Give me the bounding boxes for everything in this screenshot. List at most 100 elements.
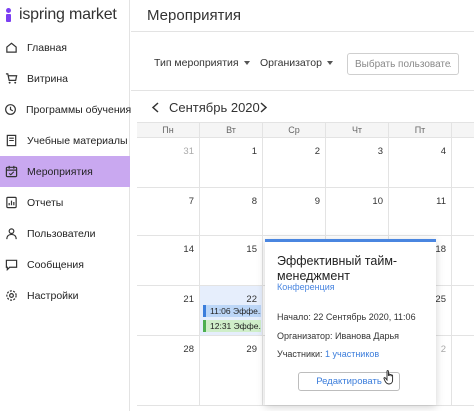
calendar-week: 31 1 2 3 4	[137, 138, 474, 188]
day-number: 29	[246, 344, 257, 355]
sidebar-item-label: Программы обучения	[26, 103, 132, 116]
message-icon	[4, 258, 18, 272]
calendar-event[interactable]: 11:06 Эффе...	[203, 305, 261, 317]
sidebar-item-label: Мероприятия	[27, 165, 93, 178]
sidebar-item-storefront[interactable]: Витрина	[0, 63, 130, 94]
weekday-label: Пн	[137, 123, 200, 137]
sidebar-item-settings[interactable]: Настройки	[0, 280, 130, 311]
next-month-button[interactable]	[255, 99, 271, 115]
day-number: 10	[372, 196, 383, 207]
chevron-down-icon	[326, 61, 333, 65]
chevron-left-icon	[151, 101, 159, 113]
calendar-day[interactable]: 3	[326, 138, 389, 187]
organizer-filter-label: Организатор	[260, 57, 322, 69]
day-number: 2	[314, 146, 320, 157]
event-type-filter-label: Тип мероприятия	[154, 57, 239, 69]
sidebar-item-learning-programs[interactable]: Программы обучения	[0, 94, 132, 125]
day-number: 3	[377, 146, 383, 157]
hand-cursor-icon	[383, 370, 394, 385]
sidebar-item-label: Сообщения	[27, 258, 84, 271]
gear-icon	[4, 289, 18, 303]
user-icon	[4, 227, 18, 241]
event-start: Начало: 22 Сентябрь 2020, 11:06	[277, 312, 416, 322]
filters-bar: Тип мероприятия Организатор	[131, 33, 474, 91]
calendar-day[interactable]: 31	[137, 138, 200, 187]
sidebar-nav: Главная Витрина Программы обучения Учебн…	[0, 32, 132, 311]
weekday-label: Пт	[389, 123, 452, 137]
prev-month-button[interactable]	[147, 99, 163, 115]
chevron-down-icon	[243, 61, 250, 65]
day-number: 11	[436, 196, 446, 207]
weekday-header: Пн Вт Ср Чт Пт	[137, 122, 474, 138]
calendar-day[interactable]: 7	[137, 188, 200, 235]
month-label: Сентябрь 2020	[169, 100, 260, 115]
day-number: 8	[251, 196, 257, 207]
calendar-day[interactable]: 10	[326, 188, 389, 235]
day-number: 31	[183, 146, 194, 157]
day-number: 21	[183, 294, 194, 305]
event-type-filter[interactable]: Тип мероприятия	[154, 57, 250, 69]
reports-icon	[4, 196, 18, 210]
calendar-day[interactable]: 29	[200, 336, 263, 405]
weekday-label: Чт	[326, 123, 389, 137]
month-navigation: Сентябрь 2020	[131, 92, 474, 122]
event-title: Эффективный тайм-менеджмент	[277, 254, 398, 283]
day-number: 4	[440, 146, 446, 157]
event-popup: Эффективный тайм-менеджмент Конференция …	[265, 239, 436, 405]
organizer-filter[interactable]: Организатор	[260, 57, 333, 69]
event-type: Конференция	[277, 282, 335, 292]
sidebar-item-home[interactable]: Главная	[0, 32, 130, 63]
day-number: 14	[183, 244, 194, 255]
calendar-week: 7 8 9 10 11	[137, 188, 474, 236]
sidebar-item-label: Витрина	[27, 72, 69, 85]
sidebar-item-materials[interactable]: Учебные материалы	[0, 125, 130, 156]
sidebar-item-label: Главная	[27, 41, 67, 54]
weekday-label: Ср	[263, 123, 326, 137]
participants-label: Участники:	[277, 349, 323, 359]
calendar-event[interactable]: 12:31 Эффе...	[203, 320, 261, 332]
day-number: 18	[435, 244, 446, 255]
calendar-day[interactable]: 28	[137, 336, 200, 405]
day-number: 28	[183, 344, 194, 355]
day-number: 15	[246, 244, 257, 255]
learning-programs-icon	[4, 103, 17, 117]
day-number: 22	[246, 294, 257, 305]
cart-icon	[4, 72, 18, 86]
calendar-day[interactable]: 21	[137, 286, 200, 335]
home-icon	[4, 41, 18, 55]
event-participants: Участники: 1 участников	[277, 349, 379, 359]
sidebar-item-label: Настройки	[27, 289, 79, 302]
sidebar-item-users[interactable]: Пользователи	[0, 218, 130, 249]
calendar-day-selected[interactable]: 22 11:06 Эффе... 12:31 Эффе...	[200, 286, 263, 335]
page-title: Мероприятия	[147, 7, 242, 24]
user-select-input[interactable]	[347, 53, 459, 75]
logo[interactable]: ispring market	[0, 0, 130, 30]
book-icon	[4, 134, 18, 148]
day-number: 1	[251, 146, 257, 157]
logo-text: ispring market	[19, 6, 117, 23]
day-number: 25	[435, 294, 446, 305]
sidebar-item-reports[interactable]: Отчеты	[0, 187, 130, 218]
chevron-right-icon	[259, 101, 267, 113]
day-number: 2	[440, 344, 446, 355]
weekday-label: Вт	[200, 123, 263, 137]
calendar-day[interactable]: 4	[389, 138, 452, 187]
sidebar-item-label: Учебные материалы	[27, 134, 128, 147]
calendar-day[interactable]: 8	[200, 188, 263, 235]
sidebar-item-messages[interactable]: Сообщения	[0, 249, 130, 280]
calendar-day[interactable]: 11	[389, 188, 452, 235]
calendar-day[interactable]: 9	[263, 188, 326, 235]
calendar-icon	[4, 165, 18, 179]
logo-icon	[2, 8, 16, 22]
sidebar-item-events[interactable]: Мероприятия	[0, 156, 130, 187]
calendar-day[interactable]: 15	[200, 236, 263, 285]
calendar-day[interactable]: 2	[263, 138, 326, 187]
sidebar-item-label: Отчеты	[27, 196, 64, 209]
day-number: 7	[188, 196, 194, 207]
calendar-day[interactable]: 1	[200, 138, 263, 187]
sidebar-item-label: Пользователи	[27, 227, 96, 240]
sidebar: ispring market Главная Витрина Программы…	[0, 0, 132, 411]
calendar-day[interactable]: 14	[137, 236, 200, 285]
participants-link[interactable]: 1 участников	[325, 349, 379, 359]
day-number: 9	[314, 196, 320, 207]
